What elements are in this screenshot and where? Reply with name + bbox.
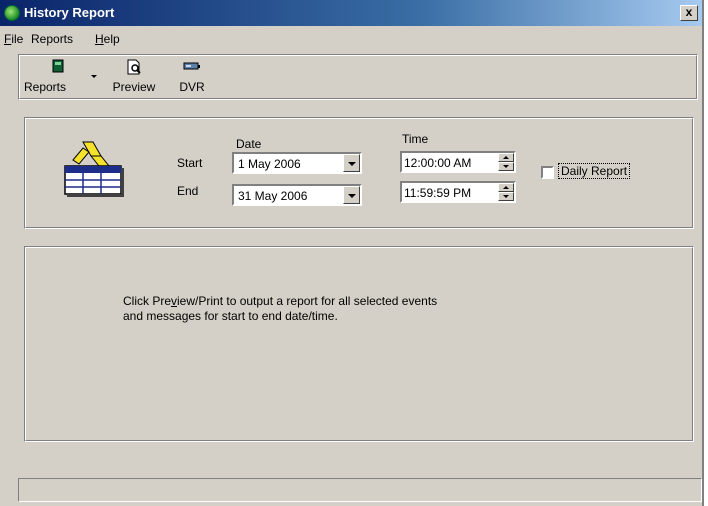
end-date-value: 31 May 2006 xyxy=(238,189,308,203)
preview-toolbar-button[interactable]: Preview xyxy=(101,57,167,97)
menu-help[interactable]: Help xyxy=(95,32,120,46)
instruction-text: Click Preview/Print to output a report f… xyxy=(123,294,573,324)
daily-report-label[interactable]: Daily Report xyxy=(558,163,631,179)
daily-report-checkbox[interactable] xyxy=(541,166,554,179)
end-time-up-icon[interactable] xyxy=(498,183,514,192)
end-label: End xyxy=(177,184,199,198)
reports-toolbar-button[interactable]: Reports xyxy=(21,57,99,97)
instruction-line1-a: Click Pre xyxy=(123,294,172,308)
window-title: History Report xyxy=(24,5,115,20)
end-time-value: 11:59:59 PM xyxy=(404,186,472,200)
menu-file-label: ile xyxy=(11,32,24,46)
dvr-toolbar-button[interactable]: DVR xyxy=(171,57,213,97)
preview-toolbar-label: Preview xyxy=(112,80,156,94)
history-report-window: History Report x File Reports Help Repor… xyxy=(0,0,704,506)
end-date-picker[interactable]: 31 May 2006 xyxy=(232,184,362,206)
start-date-dropdown-icon[interactable] xyxy=(343,154,360,172)
start-date-picker[interactable]: 1 May 2006 xyxy=(232,152,362,174)
status-bar xyxy=(18,478,702,502)
menu-help-label: elp xyxy=(103,32,120,46)
start-time-down-icon[interactable] xyxy=(498,162,514,171)
start-time-up-icon[interactable] xyxy=(498,153,514,162)
menu-help-accel: H xyxy=(95,32,104,46)
date-time-panel: Date Time Start End 1 May 2006 31 May 20… xyxy=(24,117,694,229)
end-time-down-icon[interactable] xyxy=(498,192,514,201)
date-header: Date xyxy=(236,137,262,151)
start-label: Start xyxy=(177,156,203,170)
toolbar: Reports Preview DVR xyxy=(18,54,698,100)
menu-reports[interactable]: Reports xyxy=(31,32,73,46)
end-time-spinner[interactable]: 11:59:59 PM xyxy=(400,181,516,203)
close-button[interactable]: x xyxy=(680,5,698,21)
menu-bar: File Reports Help xyxy=(0,29,702,49)
end-date-dropdown-icon[interactable] xyxy=(343,186,360,204)
start-time-value: 12:00:00 AM xyxy=(404,156,472,170)
preview-page-icon xyxy=(127,59,141,75)
dvr-toolbar-label: DVR xyxy=(179,80,205,94)
instruction-line2: and messages for start to end date/time. xyxy=(123,309,338,323)
report-info-panel: Click Preview/Print to output a report f… xyxy=(24,246,694,442)
start-time-spinner[interactable]: 12:00:00 AM xyxy=(400,151,516,173)
report-wizard-icon xyxy=(64,141,124,197)
start-date-value: 1 May 2006 xyxy=(238,157,301,171)
globe-app-icon xyxy=(4,5,20,21)
dvr-device-icon xyxy=(183,62,200,70)
title-bar: History Report x xyxy=(0,0,702,26)
reports-toolbar-label: Reports xyxy=(23,80,67,94)
instruction-line1-b: iew/Print to output a report for all sel… xyxy=(177,294,438,308)
time-header: Time xyxy=(402,132,429,146)
dropdown-arrow-icon xyxy=(91,75,97,78)
menu-file[interactable]: File xyxy=(4,32,23,46)
report-book-icon xyxy=(52,59,64,73)
